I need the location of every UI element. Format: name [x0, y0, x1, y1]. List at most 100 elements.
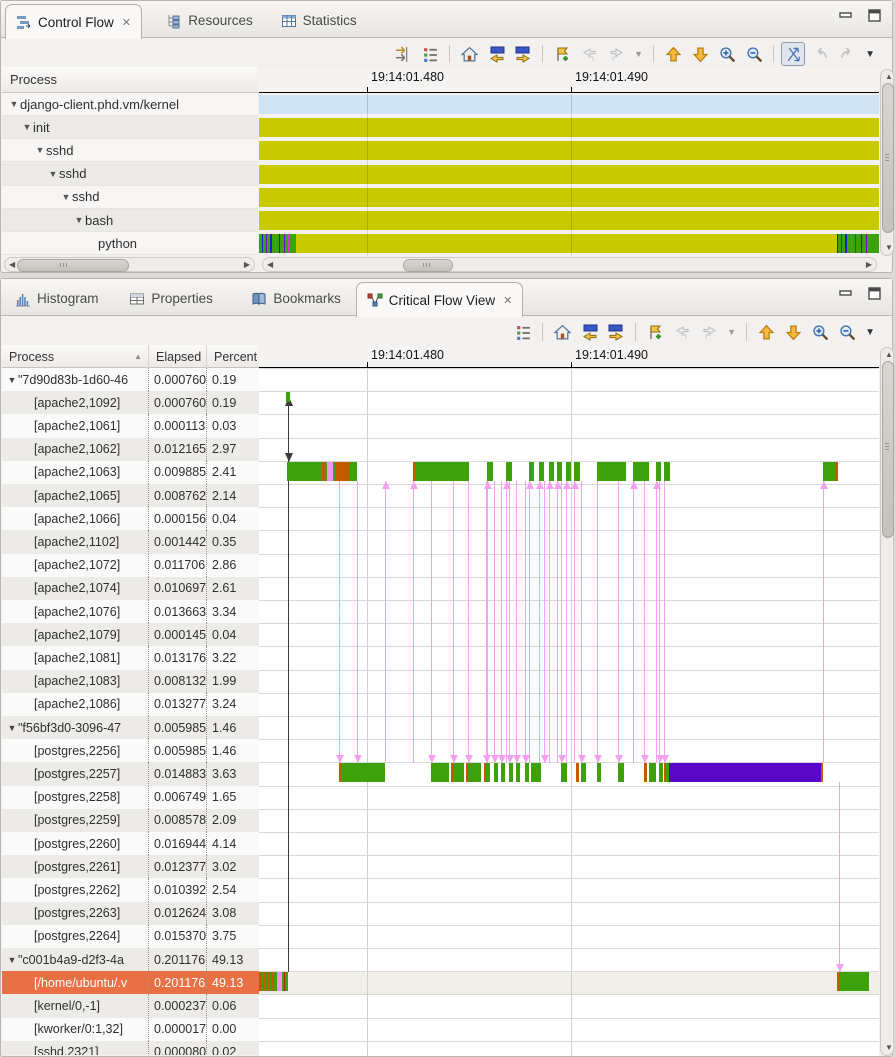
- table-row[interactable]: [apache2,1079]0.0001450.04: [2, 623, 259, 646]
- add-bookmark-icon[interactable]: [550, 42, 574, 66]
- tree-item-django-client.phd.vm/kernel[interactable]: ▼django-client.phd.vm/kernel: [2, 93, 258, 116]
- close-tab-icon[interactable]: ✕: [503, 294, 512, 307]
- table-row[interactable]: [apache2,1072]0.0117062.86: [2, 554, 259, 577]
- table-row[interactable]: [postgres,2259]0.0085782.09: [2, 809, 259, 832]
- top-chart-horizontal-scrollbar[interactable]: ◀▶: [262, 257, 877, 272]
- table-row[interactable]: [kernel/0,-1]0.0002370.06: [2, 994, 259, 1017]
- marker-menu-icon[interactable]: ▼: [724, 327, 739, 337]
- table-row[interactable]: ▼"7d90d83b-1d60-460.0007600.19: [2, 368, 259, 391]
- table-row[interactable]: [apache2,1092]0.0007600.19: [2, 391, 259, 414]
- next-event-icon[interactable]: [604, 320, 628, 344]
- tab-properties[interactable]: Properties: [119, 282, 223, 315]
- table-row[interactable]: [/home/ubuntu/.v0.20117649.13: [2, 971, 259, 994]
- expanded-triangle-icon[interactable]: ▼: [21, 122, 33, 132]
- tree-item-sshd[interactable]: ▼sshd: [2, 139, 258, 162]
- expanded-triangle-icon[interactable]: ▼: [6, 723, 18, 733]
- previous-event-icon[interactable]: [577, 320, 601, 344]
- tab-control-flow[interactable]: Control Flow✕: [5, 4, 142, 39]
- table-row[interactable]: [postgres,2264]0.0153703.75: [2, 925, 259, 948]
- table-row[interactable]: [apache2,1081]0.0131763.22: [2, 646, 259, 669]
- top-chart-vertical-scrollbar[interactable]: ▲▼: [880, 69, 894, 256]
- table-row[interactable]: [postgres,2263]0.0126243.08: [2, 902, 259, 925]
- tab-bookmarks[interactable]: Bookmarks: [241, 282, 351, 315]
- zoom-in-icon[interactable]: [808, 320, 832, 344]
- hide-arrows-icon[interactable]: [781, 42, 805, 66]
- zoom-out-icon[interactable]: [742, 42, 766, 66]
- expanded-triangle-icon[interactable]: ▼: [73, 215, 85, 225]
- undo-icon[interactable]: [808, 42, 832, 66]
- table-row[interactable]: [apache2,1062]0.0121652.97: [2, 438, 259, 461]
- table-row[interactable]: [sshd,2321]0.0000800.02: [2, 1041, 259, 1055]
- table-row[interactable]: [apache2,1083]0.0081321.99: [2, 670, 259, 693]
- bottom-chart-vertical-scrollbar[interactable]: ▲▼: [880, 347, 894, 1056]
- table-row[interactable]: [apache2,1074]0.0106972.61: [2, 577, 259, 600]
- align-views-icon[interactable]: [391, 42, 415, 66]
- show-legend-icon[interactable]: [418, 42, 442, 66]
- move-down-icon[interactable]: [688, 42, 712, 66]
- view-menu-icon[interactable]: ▼: [862, 49, 878, 60]
- table-row[interactable]: [kworker/0:1,32]0.0000170.00: [2, 1018, 259, 1041]
- table-row[interactable]: [apache2,1066]0.0001560.04: [2, 507, 259, 530]
- cell-percent: 2.86: [207, 554, 259, 577]
- tree-item-init[interactable]: ▼init: [2, 116, 258, 139]
- tree-item-bash[interactable]: ▼bash: [2, 209, 258, 232]
- expanded-triangle-icon[interactable]: ▼: [47, 169, 59, 179]
- zoom-out-icon[interactable]: [835, 320, 859, 344]
- next-marker-icon[interactable]: [604, 42, 628, 66]
- column-elapsed[interactable]: Elapsed: [149, 345, 207, 368]
- tree-item-python[interactable]: python: [2, 232, 258, 255]
- previous-marker-icon[interactable]: [577, 42, 601, 66]
- table-row[interactable]: [apache2,1065]0.0087622.14: [2, 484, 259, 507]
- add-bookmark-icon[interactable]: [643, 320, 667, 344]
- move-up-icon[interactable]: [754, 320, 778, 344]
- control-flow-chart[interactable]: [259, 93, 879, 256]
- show-legend-icon[interactable]: [511, 320, 535, 344]
- expanded-triangle-icon[interactable]: ▼: [6, 955, 18, 965]
- tree-horizontal-scrollbar[interactable]: ◀▶: [4, 257, 255, 272]
- expanded-triangle-icon[interactable]: ▼: [34, 145, 46, 155]
- table-row[interactable]: [postgres,2257]0.0148833.63: [2, 762, 259, 785]
- table-row[interactable]: [postgres,2262]0.0103922.54: [2, 878, 259, 901]
- table-row[interactable]: [apache2,1076]0.0136633.34: [2, 600, 259, 623]
- table-row[interactable]: [apache2,1063]0.0098852.41: [2, 461, 259, 484]
- previous-event-icon[interactable]: [484, 42, 508, 66]
- expanded-triangle-icon[interactable]: ▼: [6, 375, 18, 385]
- move-down-icon[interactable]: [781, 320, 805, 344]
- view-menu-icon[interactable]: ▼: [862, 327, 878, 338]
- close-tab-icon[interactable]: ✕: [122, 16, 131, 29]
- minimize-icon[interactable]: [838, 9, 853, 22]
- table-row[interactable]: ▼"f56bf3d0-3096-470.0059851.46: [2, 716, 259, 739]
- next-event-icon[interactable]: [511, 42, 535, 66]
- tree-item-sshd[interactable]: ▼sshd: [2, 186, 258, 209]
- table-row[interactable]: [postgres,2260]0.0169444.14: [2, 832, 259, 855]
- maximize-icon[interactable]: [867, 287, 882, 300]
- tab-statistics[interactable]: Statistics: [271, 4, 367, 37]
- redo-icon[interactable]: [835, 42, 859, 66]
- home-icon[interactable]: [550, 320, 574, 344]
- tab-critical-flow-view[interactable]: Critical Flow View✕: [356, 282, 524, 317]
- table-row[interactable]: ▼"c001b4a9-d2f3-4a0.20117649.13: [2, 948, 259, 971]
- table-row[interactable]: [apache2,1061]0.0001130.03: [2, 414, 259, 437]
- minimize-icon[interactable]: [838, 287, 853, 300]
- critical-flow-chart[interactable]: [259, 368, 879, 1056]
- marker-menu-icon[interactable]: ▼: [631, 49, 646, 59]
- tab-resources[interactable]: Resources: [156, 4, 263, 37]
- tab-histogram[interactable]: Histogram: [5, 282, 109, 315]
- table-row[interactable]: [postgres,2261]0.0123773.02: [2, 855, 259, 878]
- move-up-icon[interactable]: [661, 42, 685, 66]
- next-marker-icon[interactable]: [697, 320, 721, 344]
- table-row[interactable]: [apache2,1102]0.0014420.35: [2, 530, 259, 553]
- zoom-in-icon[interactable]: [715, 42, 739, 66]
- table-row[interactable]: [postgres,2258]0.0067491.65: [2, 786, 259, 809]
- process-tree-header[interactable]: Process: [2, 67, 258, 93]
- table-row[interactable]: [postgres,2256]0.0059851.46: [2, 739, 259, 762]
- column-percent[interactable]: Percent: [207, 345, 259, 368]
- table-row[interactable]: [apache2,1086]0.0132773.24: [2, 693, 259, 716]
- tree-item-sshd[interactable]: ▼sshd: [2, 163, 258, 186]
- column-process[interactable]: Process ▲: [2, 345, 149, 368]
- previous-marker-icon[interactable]: [670, 320, 694, 344]
- home-icon[interactable]: [457, 42, 481, 66]
- expanded-triangle-icon[interactable]: ▼: [60, 192, 72, 202]
- expanded-triangle-icon[interactable]: ▼: [8, 99, 20, 109]
- maximize-icon[interactable]: [867, 9, 882, 22]
